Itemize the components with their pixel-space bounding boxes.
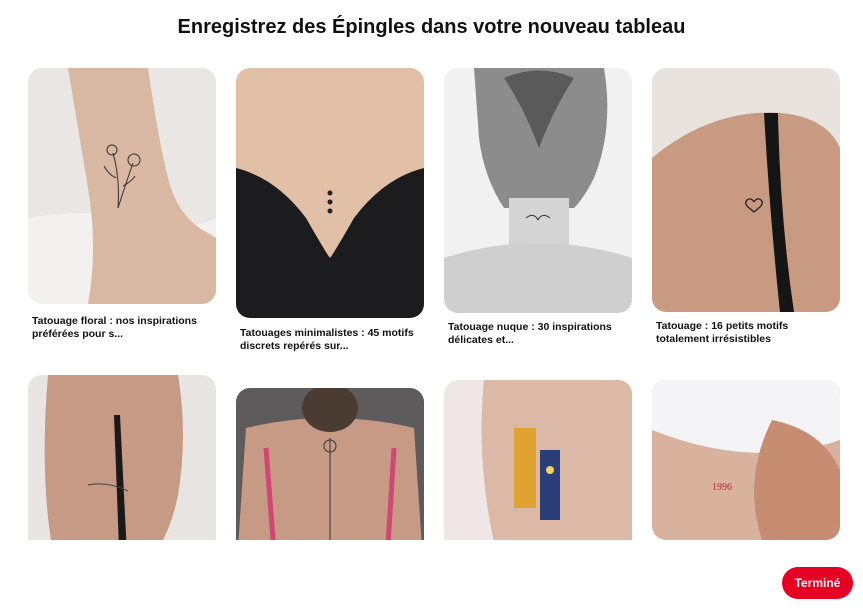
pin-card[interactable] [236, 388, 424, 578]
svg-text:1996: 1996 [712, 482, 732, 493]
pin-card[interactable] [28, 375, 216, 575]
page-title: Enregistrez des Épingles dans votre nouv… [177, 16, 686, 38]
pin-title: Tatouages minimalistes : 45 motifs discr… [240, 327, 414, 352]
pin-title: Tatouage nuque : 30 inspirations délicat… [448, 321, 612, 346]
pin-image[interactable]: 1996 [652, 380, 840, 540]
done-button[interactable]: Terminé [782, 567, 853, 599]
pin-card[interactable]: 1996 [652, 380, 840, 541]
pin-card[interactable]: Tatouage : 16 petits motifs totalement i… [652, 68, 840, 353]
pin-card[interactable] [444, 380, 632, 580]
footer-bar [0, 540, 863, 611]
pin-card[interactable]: Tatouages minimalistes : 45 motifs discr… [236, 68, 424, 358]
pin-image[interactable] [28, 68, 216, 304]
pin-title: Tatouage : 16 petits motifs totalement i… [656, 320, 789, 345]
pin-image[interactable] [444, 68, 632, 313]
pin-title: Tatouage floral : nos inspirations préfé… [32, 315, 197, 340]
pin-image[interactable] [236, 68, 424, 318]
pin-card[interactable]: Tatouage nuque : 30 inspirations délicat… [444, 68, 632, 353]
pin-card[interactable]: Tatouage floral : nos inspirations préfé… [28, 68, 216, 343]
pin-image[interactable] [652, 68, 840, 312]
